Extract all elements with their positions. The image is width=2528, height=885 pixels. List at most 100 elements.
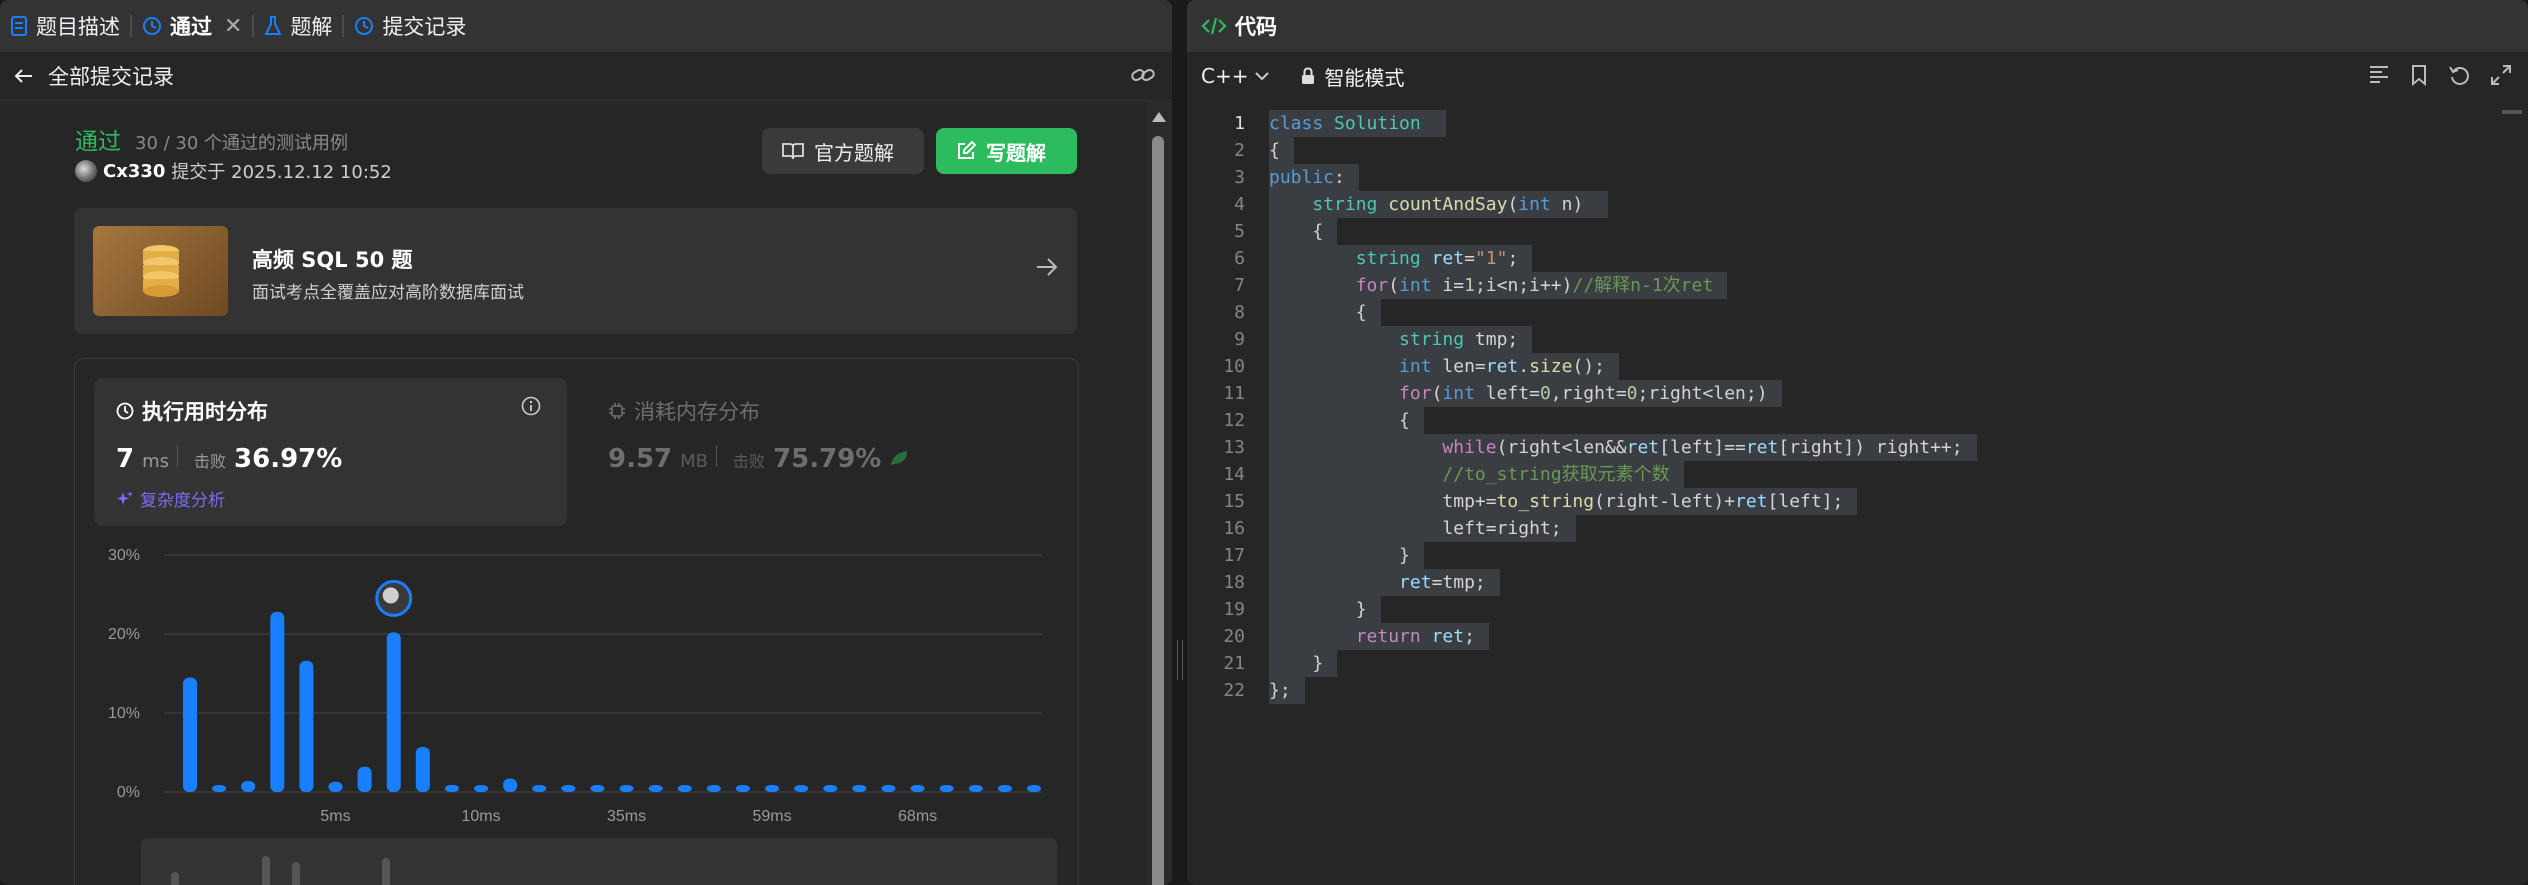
info-icon[interactable] <box>521 396 541 416</box>
chart-bar[interactable] <box>765 785 780 792</box>
mode-label: 智能模式 <box>1324 65 1405 90</box>
write-solution-button[interactable]: 写题解 <box>936 128 1077 174</box>
code-text: { <box>1269 407 1424 434</box>
close-icon[interactable]: ✕ <box>224 14 242 39</box>
stat-divider <box>177 445 179 467</box>
line-number: 21 <box>1223 653 1245 674</box>
arrow-right-icon <box>1037 258 1058 276</box>
chart-bar[interactable] <box>532 785 547 792</box>
code-panel: 代码 C++ 智能模式 1 class Solution 2 {3 public: 4 … <box>1187 0 2528 885</box>
chart-bar[interactable] <box>444 785 459 792</box>
y-tick-label: 20% <box>108 626 140 643</box>
chart-bar[interactable] <box>735 785 750 792</box>
chart-bar[interactable] <box>1027 785 1041 792</box>
chart-bar[interactable] <box>881 785 896 792</box>
memory-stats: 9.57 MB 击败 75.79% <box>608 444 911 474</box>
chart-bar[interactable] <box>910 785 925 792</box>
runtime-value: 7 <box>116 444 135 474</box>
tab-description[interactable]: 题目描述 <box>0 0 130 52</box>
submitted-time: 提交于 2025.12.12 10:52 <box>171 162 392 183</box>
app-root: 题目描述 通过 ✕ 题解 提交记录 全部提交记录 通过 30 / 30 个通过的… <box>0 0 2528 885</box>
promo-description: 面试考点全覆盖应对高阶数据库面试 <box>252 283 524 303</box>
link-icon[interactable] <box>1130 64 1156 86</box>
chart-bar[interactable] <box>415 746 430 792</box>
scrollbar-thumb[interactable] <box>1152 136 1164 885</box>
chart-bar[interactable] <box>386 632 401 792</box>
code-text: string tmp; <box>1269 326 1533 353</box>
expand-icon[interactable] <box>2490 64 2512 86</box>
line-number: 20 <box>1223 626 1245 647</box>
promo-title: 高频 SQL 50 题 <box>252 248 413 272</box>
chart-bar[interactable] <box>677 785 692 792</box>
left-scrollbar[interactable] <box>1146 102 1172 885</box>
submission-status: 通过 30 / 30 个通过的测试用例 <box>75 122 348 156</box>
chart-bar[interactable] <box>270 611 285 792</box>
author-name[interactable]: Cx330 <box>103 161 165 182</box>
code-text: }; <box>1269 677 1305 704</box>
runtime-title: 执行用时分布 <box>116 396 268 426</box>
chart-bar[interactable] <box>939 785 954 792</box>
tab-accepted[interactable]: 通过 ✕ <box>132 0 252 52</box>
chart-bar[interactable] <box>619 785 634 792</box>
y-tick-label: 10% <box>108 705 140 722</box>
edit-icon <box>958 141 976 159</box>
line-number: 12 <box>1223 410 1245 431</box>
chart-bar[interactable] <box>357 766 372 792</box>
runtime-panel[interactable]: 执行用时分布 7 ms 击败 36.97% 复杂度分析 <box>94 378 567 526</box>
line-number: 10 <box>1223 356 1245 377</box>
tab-submissions[interactable]: 提交记录 <box>344 0 476 52</box>
chart-bar[interactable] <box>823 785 838 792</box>
runtime-title-label: 执行用时分布 <box>142 400 268 424</box>
editor-scrollbar[interactable] <box>2502 110 2522 114</box>
code-text: return ret; <box>1269 623 1489 650</box>
complexity-analysis-link[interactable]: 复杂度分析 <box>116 486 225 511</box>
x-tick-label: 35ms <box>607 808 646 825</box>
line-number: 3 <box>1234 167 1245 188</box>
chart-bar[interactable] <box>561 785 576 792</box>
submission-panel: 题目描述 通过 ✕ 题解 提交记录 全部提交记录 通过 30 / 30 个通过的… <box>0 0 1172 885</box>
back-label: 全部提交记录 <box>48 65 174 89</box>
avatar[interactable] <box>75 160 97 182</box>
chart-bar[interactable] <box>183 677 197 792</box>
line-number: 5 <box>1234 221 1245 242</box>
left-tab-bar: 题目描述 通过 ✕ 题解 提交记录 <box>0 0 1172 52</box>
back-to-all-submissions[interactable]: 全部提交记录 <box>0 61 174 91</box>
history-icon <box>143 17 161 35</box>
chart-bar[interactable] <box>648 785 663 792</box>
language-select[interactable]: C++ <box>1187 64 1270 88</box>
chart-bar[interactable] <box>590 785 605 792</box>
memory-panel[interactable]: 消耗内存分布 9.57 MB 击败 75.79% <box>608 378 1068 526</box>
runtime-distribution-chart[interactable]: 30% 20% 10% 0% 5ms 10ms 35ms 59ms 68ms <box>94 540 1074 830</box>
official-solution-button[interactable]: 官方题解 <box>762 128 924 174</box>
chart-bar[interactable] <box>968 785 983 792</box>
chart-bar[interactable] <box>474 785 489 792</box>
chart-bar[interactable] <box>706 785 721 792</box>
chart-bar[interactable] <box>241 780 256 792</box>
promo-card[interactable]: 高频 SQL 50 题 面试考点全覆盖应对高阶数据库面试 <box>74 208 1077 334</box>
testcase-count: 30 / 30 个通过的测试用例 <box>135 133 349 154</box>
language-label: C++ <box>1201 64 1249 88</box>
line-number: 6 <box>1234 248 1245 269</box>
code-text: string countAndSay(int n) <box>1269 191 1609 218</box>
chart-bar[interactable] <box>299 660 314 792</box>
line-number: 8 <box>1234 302 1245 323</box>
lock-icon <box>1302 67 1315 84</box>
smart-mode-toggle[interactable]: 智能模式 <box>1300 62 1404 91</box>
reset-icon[interactable] <box>2448 64 2470 86</box>
chart-bar[interactable] <box>997 785 1012 792</box>
bookmark-icon[interactable] <box>2410 64 2428 86</box>
editor-tools <box>2368 64 2512 86</box>
format-icon[interactable] <box>2368 64 2390 84</box>
pane-resize-handle[interactable] <box>1177 640 1183 680</box>
chart-bar[interactable] <box>503 778 518 792</box>
chart-bar[interactable] <box>212 785 227 792</box>
chart-bar[interactable] <box>794 785 809 792</box>
code-editor[interactable]: 1 class Solution 2 {3 public: 4 string count… <box>1187 110 2528 885</box>
chart-bar[interactable] <box>852 785 867 792</box>
code-text: string ret="1"; <box>1269 245 1533 272</box>
scroll-up-icon[interactable] <box>1152 112 1166 122</box>
chart-bar[interactable] <box>328 781 343 792</box>
tab-solutions[interactable]: 题解 <box>254 0 342 52</box>
line-number: 19 <box>1223 599 1245 620</box>
chart-range-navigator[interactable] <box>141 838 1057 885</box>
